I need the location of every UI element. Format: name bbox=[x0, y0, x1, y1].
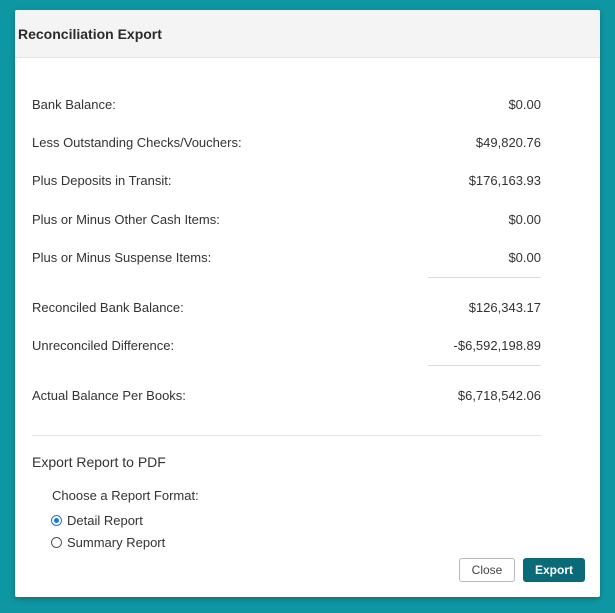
deposits-in-transit-row: Plus Deposits in Transit: $176,163.93 bbox=[32, 170, 541, 190]
actual-balance-books-label: Actual Balance Per Books: bbox=[32, 387, 186, 403]
reconciled-bank-balance-label: Reconciled Bank Balance: bbox=[32, 299, 184, 315]
other-cash-items-label: Plus or Minus Other Cash Items: bbox=[32, 211, 220, 227]
suspense-items-value: $0.00 bbox=[508, 249, 541, 265]
dialog-header: Reconciliation Export bbox=[15, 10, 600, 58]
summary-report-label[interactable]: Summary Report bbox=[67, 535, 165, 550]
deposits-in-transit-label: Plus Deposits in Transit: bbox=[32, 172, 172, 188]
total-divider bbox=[428, 365, 541, 366]
detail-report-option[interactable]: Detail Report bbox=[51, 513, 143, 528]
detail-report-label[interactable]: Detail Report bbox=[67, 513, 143, 528]
reconciled-bank-balance-value: $126,343.17 bbox=[468, 299, 541, 315]
unreconciled-difference-label: Unreconciled Difference: bbox=[32, 337, 175, 353]
other-cash-items-value: $0.00 bbox=[508, 211, 541, 227]
summary-report-option[interactable]: Summary Report bbox=[51, 535, 165, 550]
unreconciled-difference-row: Unreconciled Difference: -$6,592,198.89 bbox=[32, 335, 541, 355]
close-button[interactable]: Close bbox=[459, 558, 515, 582]
suspense-items-label: Plus or Minus Suspense Items: bbox=[32, 249, 212, 265]
outstanding-checks-row: Less Outstanding Checks/Vouchers: $49,82… bbox=[32, 132, 541, 152]
reconciliation-export-dialog: Reconciliation Export Bank Balance: $0.0… bbox=[15, 10, 600, 597]
bank-balance-value: $0.00 bbox=[508, 96, 541, 112]
export-button[interactable]: Export bbox=[523, 558, 585, 582]
outstanding-checks-label: Less Outstanding Checks/Vouchers: bbox=[32, 134, 242, 150]
dialog-title: Reconciliation Export bbox=[18, 25, 162, 42]
export-section-title: Export Report to PDF bbox=[32, 454, 166, 470]
other-cash-items-row: Plus or Minus Other Cash Items: $0.00 bbox=[32, 209, 541, 229]
outstanding-checks-value: $49,820.76 bbox=[475, 134, 541, 150]
suspense-items-row: Plus or Minus Suspense Items: $0.00 bbox=[32, 247, 541, 267]
bank-balance-label: Bank Balance: bbox=[32, 96, 116, 112]
detail-report-radio[interactable] bbox=[51, 515, 62, 526]
section-divider bbox=[32, 435, 541, 436]
reconciled-bank-balance-row: Reconciled Bank Balance: $126,343.17 bbox=[32, 297, 541, 317]
subtotal-divider bbox=[428, 277, 541, 278]
report-format-label: Choose a Report Format: bbox=[52, 488, 199, 503]
bank-balance-row: Bank Balance: $0.00 bbox=[32, 94, 541, 114]
deposits-in-transit-value: $176,163.93 bbox=[468, 172, 541, 188]
unreconciled-difference-value: -$6,592,198.89 bbox=[453, 337, 541, 353]
actual-balance-books-value: $6,718,542.06 bbox=[457, 387, 541, 403]
actual-balance-books-row: Actual Balance Per Books: $6,718,542.06 bbox=[32, 385, 541, 405]
summary-report-radio[interactable] bbox=[51, 537, 62, 548]
